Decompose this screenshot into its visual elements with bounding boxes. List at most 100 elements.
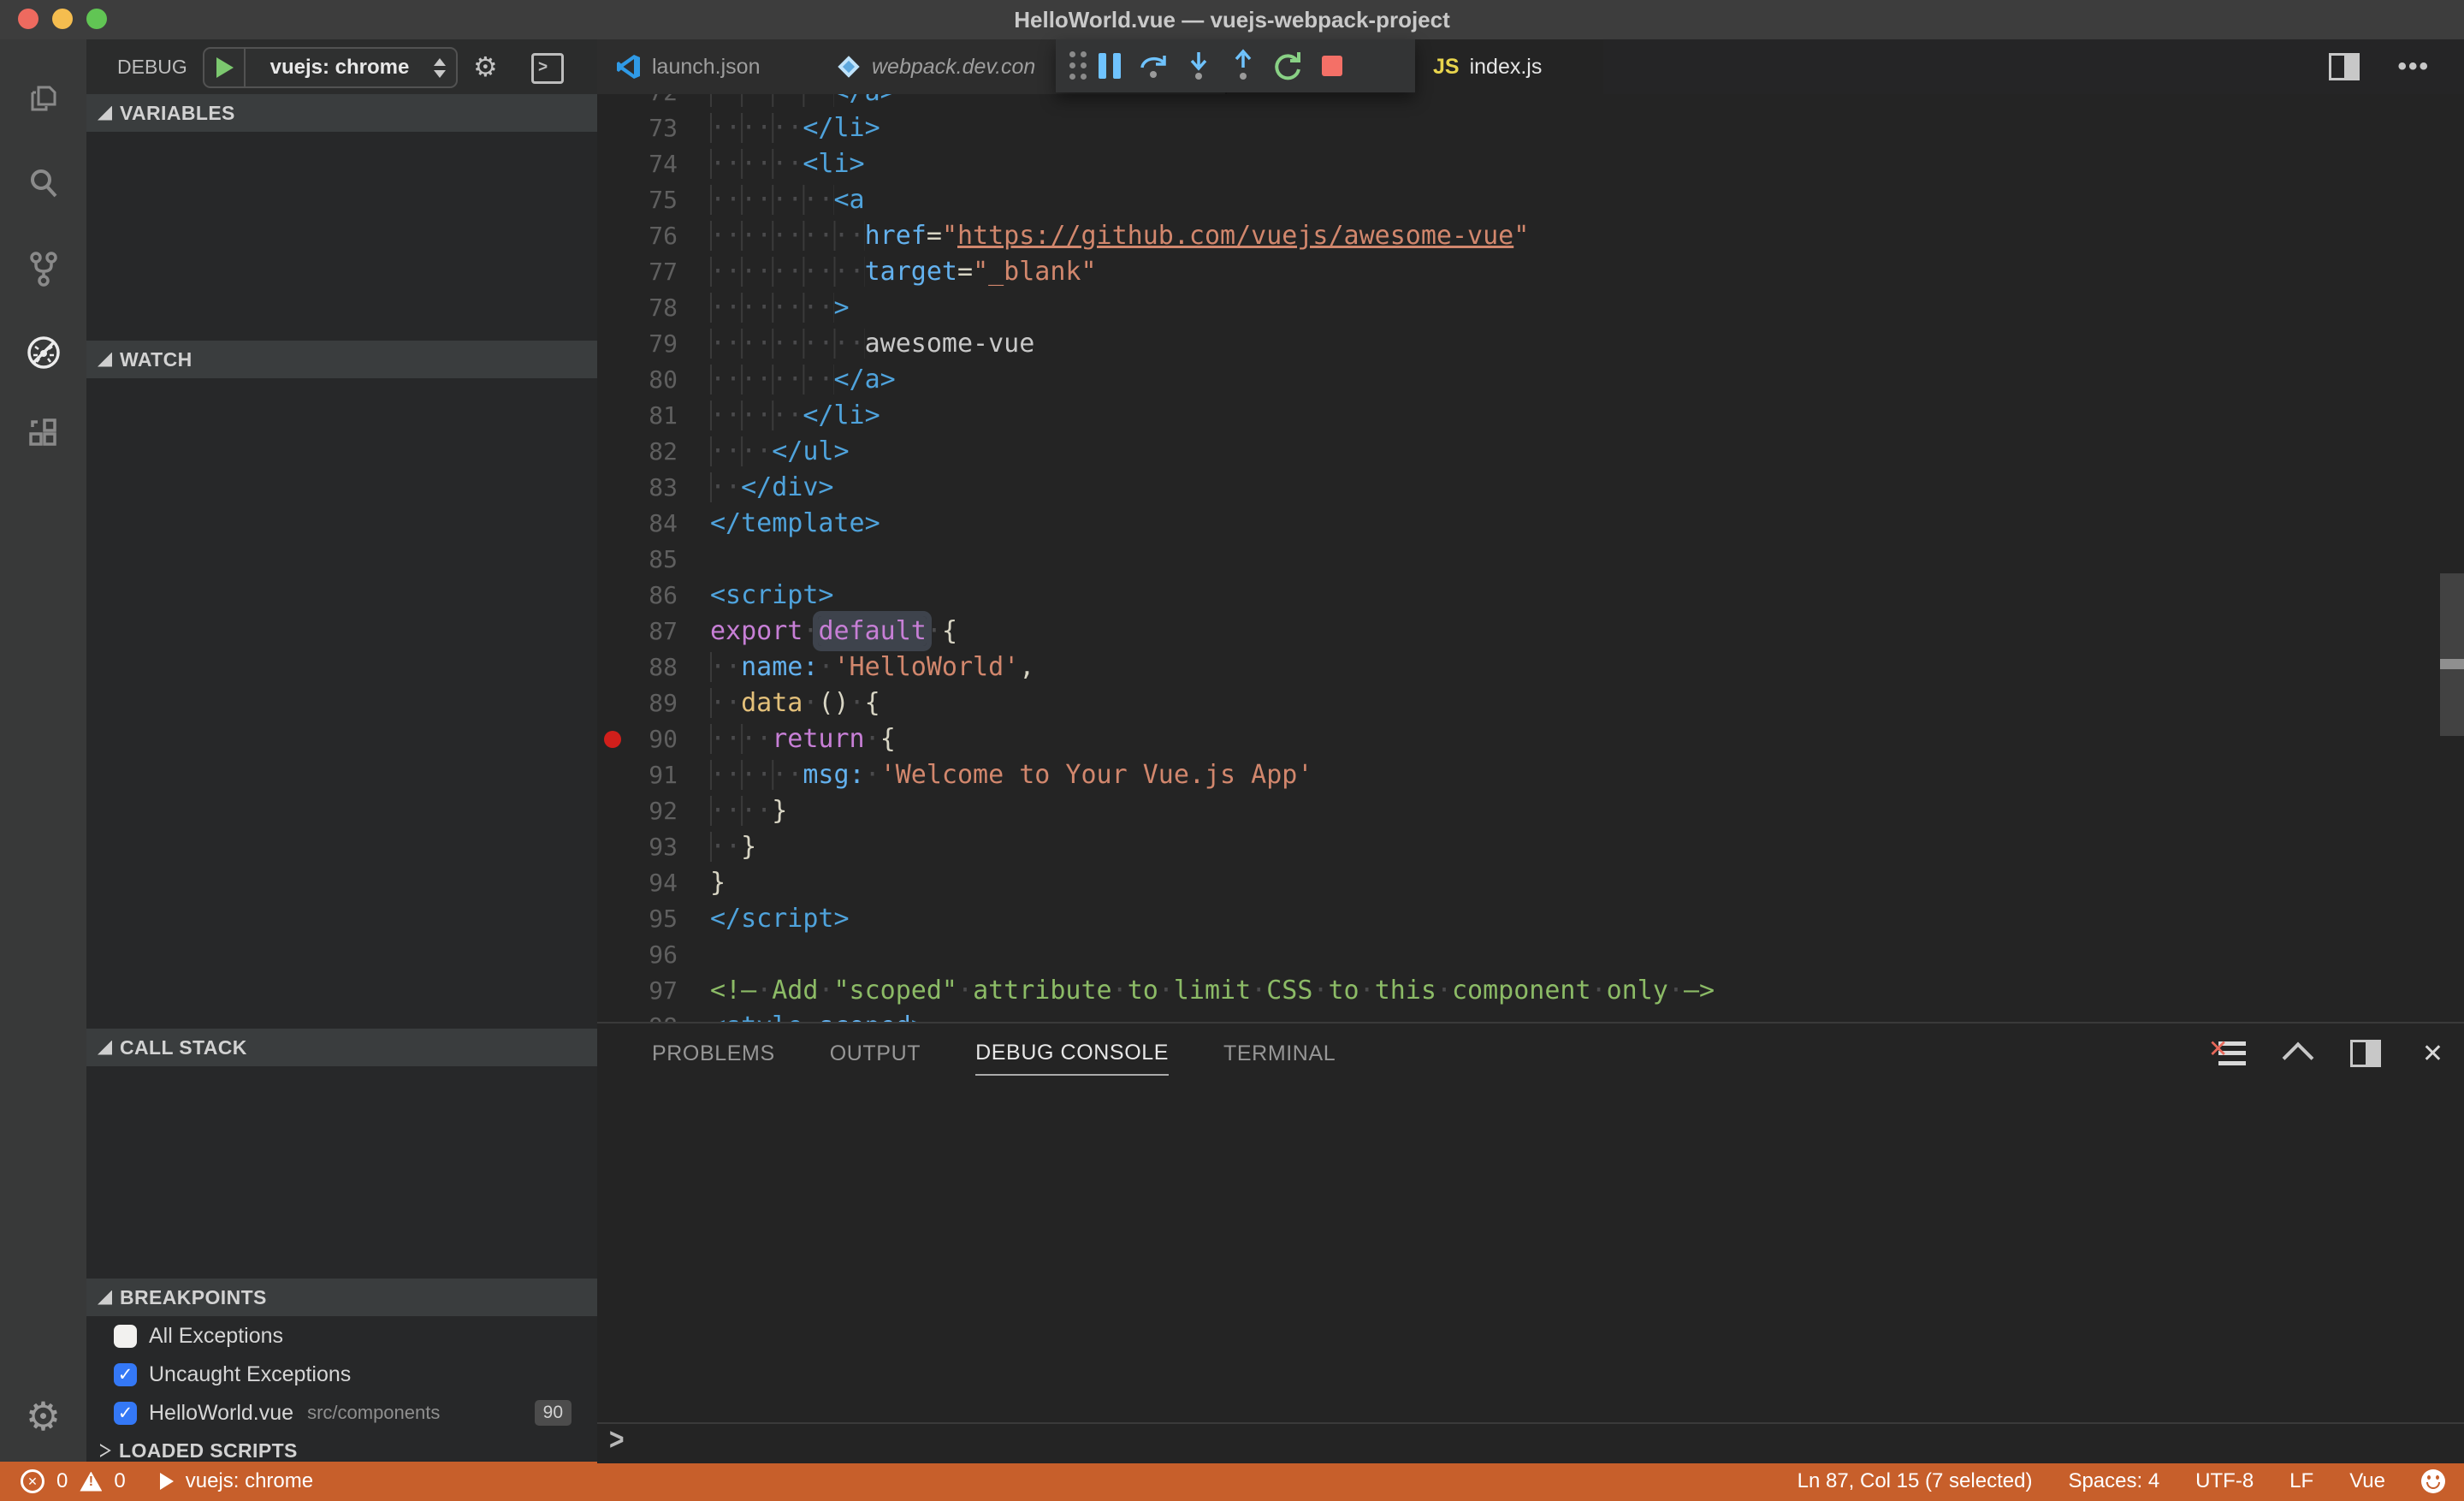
call-stack-section-header[interactable]: CALL STACK (86, 1029, 597, 1066)
code-line-79[interactable]: 79 ··········awesome-vue (597, 326, 2464, 362)
call-stack-section-body (86, 1066, 597, 1279)
cursor-position[interactable]: Ln 87, Col 15 (7 selected) (1798, 1469, 2033, 1493)
code-line-91[interactable]: 91 ······msg:·'Welcome to Your Vue.js App… (597, 757, 2464, 793)
code-editor[interactable]: 72········</a>73······</li>74······<li>7… (597, 94, 2464, 1022)
line-number: 78 (649, 294, 678, 322)
warning-count[interactable]: 0 (114, 1469, 125, 1493)
debug-toolbar (1056, 39, 1415, 92)
code-line-95[interactable]: 95 </script> (597, 901, 2464, 937)
debug-play-icon[interactable] (159, 1473, 174, 1490)
status-debug-config[interactable]: vuejs: chrome (186, 1469, 313, 1493)
code-line-72[interactable]: 72········</a> (597, 94, 2464, 110)
tab-launch-json[interactable]: launch.json (597, 39, 819, 94)
line-number: 84 (649, 509, 678, 537)
step-out-button[interactable] (1221, 44, 1265, 88)
code-line-73[interactable]: 73 ······</li> (597, 110, 2464, 146)
code-line-77[interactable]: 77 ··········target="_blank" (597, 254, 2464, 290)
stop-button[interactable] (1310, 44, 1354, 88)
eol-setting[interactable]: LF (2289, 1469, 2313, 1493)
code-line-88[interactable]: 88 ··name:·'HelloWorld', (597, 650, 2464, 685)
maximize-panel-icon[interactable] (2282, 1041, 2314, 1074)
more-actions-icon[interactable]: ••• (2397, 54, 2430, 80)
clear-console-icon[interactable] (2208, 1035, 2246, 1065)
code-line-97[interactable]: 97 <!—·Add·"scoped"·attribute·to·limit·CS… (597, 973, 2464, 1009)
line-number: 85 (649, 545, 678, 573)
expand-icon (100, 1444, 111, 1457)
code-line-80[interactable]: 80 ········</a> (597, 362, 2464, 398)
step-into-button[interactable] (1176, 44, 1221, 88)
code-line-84[interactable]: 84 </template> (597, 506, 2464, 542)
close-panel-icon[interactable]: ✕ (2422, 1039, 2443, 1069)
open-console-icon[interactable]: > (531, 53, 564, 84)
code-line-74[interactable]: 74 ······<li> (597, 146, 2464, 182)
code-line-92[interactable]: 92 ····} (597, 793, 2464, 829)
debug-console-input[interactable]: > (597, 1422, 2464, 1463)
pause-button[interactable] (1087, 44, 1132, 88)
line-number: 95 (649, 905, 678, 933)
error-count[interactable]: 0 (56, 1469, 68, 1493)
code-line-81[interactable]: 81 ······</li> (597, 398, 2464, 434)
watch-section-header[interactable]: WATCH (86, 341, 597, 378)
code-line-98[interactable]: 98<style·scoped> (597, 1009, 2464, 1022)
start-debug-icon[interactable] (216, 57, 234, 78)
step-over-button[interactable] (1132, 44, 1176, 88)
panel-tabs: PROBLEMS OUTPUT DEBUG CONSOLE TERMINAL (652, 1023, 1336, 1083)
breakpoint-row[interactable]: ✓ HelloWorld.vue src/components 90 (86, 1393, 597, 1433)
code-line-86[interactable]: 86 <script> (597, 578, 2464, 614)
language-mode[interactable]: Vue (2349, 1469, 2385, 1493)
checked-checkbox[interactable]: ✓ (114, 1362, 137, 1386)
code-line-94[interactable]: 94} (597, 865, 2464, 901)
tab-terminal[interactable]: TERMINAL (1223, 1041, 1336, 1066)
restart-button[interactable] (1265, 44, 1310, 88)
move-panel-icon[interactable] (2349, 1040, 2381, 1067)
watch-section-body (86, 378, 597, 1029)
code-line-93[interactable]: 93 ··} (597, 829, 2464, 865)
explorer-icon[interactable] (0, 60, 86, 142)
launch-config-dropdown[interactable]: vuejs: chrome (203, 47, 458, 88)
encoding[interactable]: UTF-8 (2195, 1469, 2254, 1493)
warnings-icon[interactable] (80, 1471, 103, 1492)
breakpoint-row[interactable]: ✓ Uncaught Exceptions (86, 1355, 597, 1394)
launch-config-name: vuejs: chrome (270, 56, 410, 79)
drag-handle-icon[interactable] (1069, 51, 1087, 80)
code-line-78[interactable]: 78 ········> (597, 290, 2464, 326)
code-line-90[interactable]: 90 ····return·{ (597, 721, 2464, 757)
code-line-85[interactable]: 85 (597, 542, 2464, 578)
search-icon[interactable] (0, 144, 86, 226)
breakpoints-section-header[interactable]: BREAKPOINTS (86, 1279, 597, 1316)
tab-problems[interactable]: PROBLEMS (652, 1041, 775, 1066)
feedback-smiley-icon[interactable] (2421, 1469, 2445, 1493)
bottom-panel: PROBLEMS OUTPUT DEBUG CONSOLE TERMINAL ✕… (597, 1022, 2464, 1463)
errors-icon[interactable]: ✕ (21, 1469, 44, 1493)
split-editor-icon[interactable] (2329, 53, 2360, 80)
debug-icon[interactable] (0, 311, 86, 394)
code-line-76[interactable]: 76 ··········href="https://github.com/vue… (597, 218, 2464, 254)
variables-section-header[interactable]: VARIABLES (86, 94, 597, 132)
tab-output[interactable]: OUTPUT (830, 1041, 921, 1066)
tab-debug-console[interactable]: DEBUG CONSOLE (975, 1041, 1170, 1076)
tab-index-js[interactable]: JS index.js (1414, 39, 1603, 94)
code-line-82[interactable]: 82 ····</ul> (597, 434, 2464, 470)
code-line-87[interactable]: 87 export·default·{ (597, 614, 2464, 650)
code-line-75[interactable]: 75 ········<a (597, 182, 2464, 218)
debug-view-title: DEBUG (117, 56, 187, 78)
editor-scrollbar[interactable] (2440, 573, 2464, 736)
code-line-89[interactable]: 89 ··data·()·{ (597, 685, 2464, 721)
code-line-96[interactable]: 96 (597, 937, 2464, 973)
breakpoint-row[interactable]: All Exceptions (86, 1316, 597, 1356)
line-number: 72 (597, 94, 678, 110)
dropdown-arrows-icon (434, 57, 446, 78)
extensions-icon[interactable] (0, 392, 86, 474)
settings-gear-icon[interactable]: ⚙ (0, 1386, 86, 1446)
window-title: HelloWorld.vue — vuejs-webpack-project (1014, 7, 1450, 33)
checked-checkbox[interactable]: ✓ (114, 1401, 137, 1425)
code-line-83[interactable]: 83 ··</div> (597, 470, 2464, 506)
vscode-window: HelloWorld.vue — vuejs-webpack-project ⚙… (0, 0, 2464, 1501)
source-control-icon[interactable] (0, 228, 86, 310)
configure-gear-icon[interactable]: ⚙ (473, 39, 498, 94)
indentation-setting[interactable]: Spaces: 4 (2068, 1469, 2159, 1493)
activity-bar: ⚙ (0, 39, 86, 1462)
line-number: 83 (649, 473, 678, 501)
unchecked-checkbox[interactable] (114, 1324, 137, 1348)
panel-actions: ✕ (2208, 1023, 2443, 1083)
